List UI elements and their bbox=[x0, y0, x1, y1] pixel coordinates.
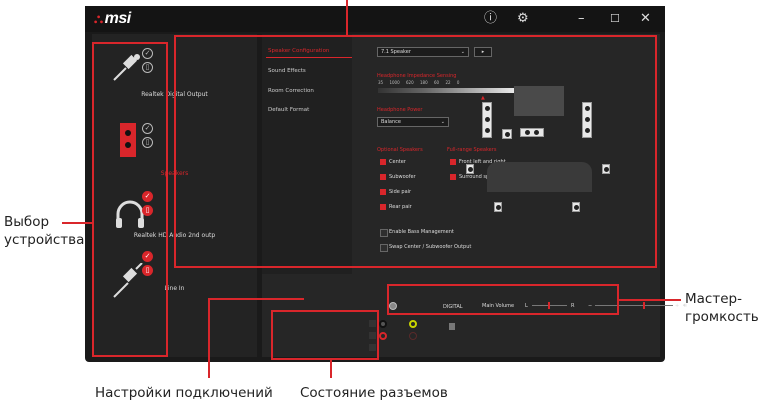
main-volume-slider-thumb[interactable] bbox=[643, 302, 645, 309]
config-highlight bbox=[174, 35, 657, 268]
page: ⛬ msi ⓘ ⚙ – ☐ ✕ ✓ ▯ Realtek Digital Outpu… bbox=[0, 0, 758, 404]
jack-red-icon bbox=[379, 332, 387, 340]
master-volume-highlight bbox=[387, 284, 619, 315]
callout-jack-status: Состояние разъемов bbox=[300, 385, 448, 401]
jack-black-icon bbox=[379, 320, 387, 328]
callout-device-select: Выбор устройства bbox=[4, 214, 85, 248]
volume-plus-label[interactable]: + bbox=[675, 303, 679, 309]
jack-leader-line bbox=[330, 360, 332, 378]
callout-master-volume: Мастер- громкость bbox=[685, 291, 758, 325]
optical-jack-icon bbox=[449, 323, 455, 330]
jack-status-highlight bbox=[271, 310, 379, 360]
jack-pink-icon bbox=[409, 332, 417, 340]
jack-green-icon bbox=[409, 320, 417, 328]
info-icon[interactable]: ⓘ bbox=[484, 11, 497, 27]
config-leader-line bbox=[346, 0, 348, 36]
msi-logo: ⛬ msi bbox=[94, 10, 131, 27]
connection-leader-v bbox=[208, 298, 210, 378]
volume-leader-line bbox=[619, 299, 681, 301]
callout-connection-settings: Настройки подключений bbox=[95, 385, 273, 401]
title-bar: ⛬ msi ⓘ ⚙ – ☐ ✕ bbox=[85, 6, 665, 32]
gear-icon[interactable]: ⚙ bbox=[517, 11, 529, 27]
dragon-icon: ⛬ bbox=[94, 11, 103, 26]
maximize-icon[interactable]: ☐ bbox=[610, 11, 620, 27]
close-icon[interactable]: ✕ bbox=[640, 11, 651, 27]
minimize-icon[interactable]: – bbox=[578, 11, 585, 27]
device-select-highlight bbox=[92, 42, 168, 357]
connection-leader-h bbox=[208, 298, 304, 300]
